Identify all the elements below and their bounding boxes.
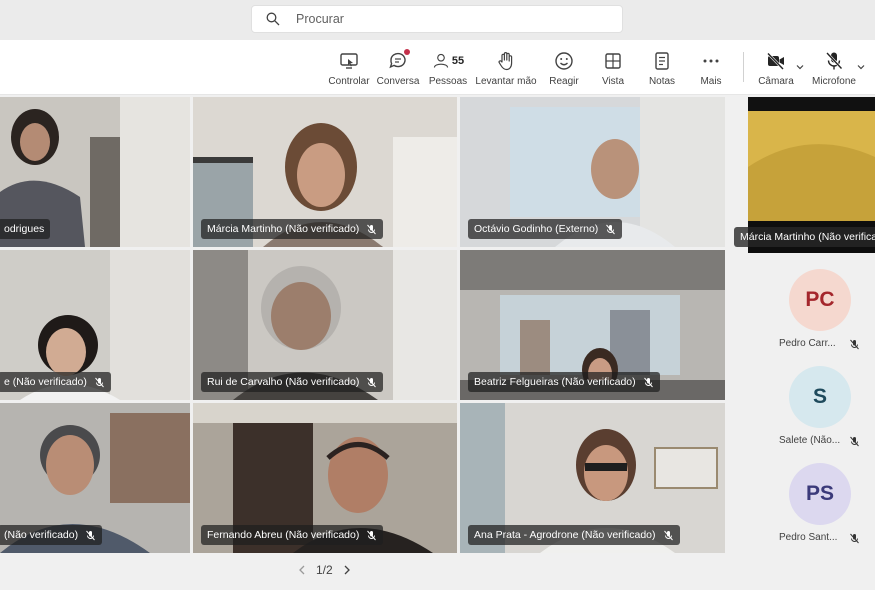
- control-label: Controlar: [328, 76, 370, 87]
- avatar-initials: PC: [805, 288, 835, 311]
- page-indicator: 1/2: [316, 563, 333, 577]
- featured-name-tag: Márcia Martinho (Não verificado): [734, 227, 875, 247]
- participant-name: Beatriz Felgueiras (Não verificado): [474, 376, 636, 388]
- grid-pager: 1/2: [296, 563, 353, 577]
- meeting-toolbar: Controlar Conversa 55 Pessoas Levantar m…: [0, 40, 875, 95]
- participant-name-tag: (Não verificado): [0, 525, 103, 545]
- mic-off-icon: [367, 224, 377, 234]
- raise-hand-label: Levantar mão: [475, 76, 537, 87]
- react-button[interactable]: Reagir: [545, 40, 583, 95]
- participant-entry[interactable]: PS Pedro Sant...: [740, 463, 875, 553]
- participant-name: Octávio Godinho (Externo): [474, 223, 599, 235]
- participant-name: Salete (Não...: [779, 435, 841, 446]
- view-button[interactable]: Vista: [595, 40, 631, 95]
- video-tile[interactable]: (Não verificado): [0, 403, 190, 553]
- participant-panel: Márcia Martinho (Não verificado) PC Pedr…: [734, 97, 875, 557]
- participant-name: Ana Prata - Agrodrone (Não verificado): [474, 529, 656, 541]
- participant-name-tag: Octávio Godinho (Externo): [468, 219, 623, 239]
- view-label: Vista: [601, 76, 625, 87]
- title-bar: Procurar: [0, 0, 875, 40]
- notes-label: Notas: [648, 76, 676, 87]
- participant-name-tag: odrigues: [0, 219, 51, 239]
- participant-entry[interactable]: PC Pedro Carr...: [740, 269, 875, 359]
- people-count: 55: [451, 55, 465, 67]
- participant-name-tag: Rui de Carvalho (Não verificado): [201, 372, 384, 392]
- mic-off-icon: [850, 339, 859, 350]
- microphone-label: Microfone: [812, 76, 856, 87]
- avatar-initials: S: [812, 385, 827, 408]
- raise-hand-button[interactable]: Levantar mão: [475, 40, 537, 95]
- camera-label: Câmara: [758, 76, 794, 87]
- control-button[interactable]: Controlar: [328, 40, 370, 95]
- participant-name: Pedro Carr...: [779, 338, 836, 349]
- participant-name: odrigues: [4, 223, 45, 235]
- participant-name: Fernando Abreu (Não verificado): [207, 529, 360, 541]
- mic-off-icon: [367, 530, 377, 540]
- video-tile[interactable]: odrigues: [0, 97, 190, 247]
- mic-off-icon: [643, 377, 653, 387]
- search-box[interactable]: Procurar: [251, 5, 623, 33]
- camera-button[interactable]: Câmara: [756, 40, 796, 95]
- participant-name: Pedro Sant...: [779, 532, 838, 543]
- video-tile[interactable]: Rui de Carvalho (Não verificado): [193, 250, 457, 400]
- participant-name: (Não verificado): [4, 529, 79, 541]
- participant-entry[interactable]: S Salete (Não...: [740, 366, 875, 456]
- participant-name-tag: Ana Prata - Agrodrone (Não verificado): [468, 525, 680, 545]
- share-screen-icon: [340, 53, 358, 69]
- video-tile[interactable]: e (Não verificado): [0, 250, 190, 400]
- participant-name: e (Não verificado): [4, 376, 87, 388]
- grid-view-icon: [605, 53, 621, 69]
- chat-label: Conversa: [376, 76, 420, 87]
- mic-off-icon: [850, 436, 859, 447]
- emoji-icon: [555, 52, 573, 70]
- avatar: S: [789, 366, 851, 428]
- react-label: Reagir: [549, 76, 579, 87]
- avatar-initials: PS: [805, 482, 834, 505]
- mic-off-icon: [826, 52, 843, 70]
- hand-icon: [498, 52, 513, 71]
- unread-indicator: [404, 49, 410, 55]
- participant-name-tag: e (Não verificado): [0, 372, 111, 392]
- video-tile[interactable]: Octávio Godinho (Externo): [460, 97, 725, 247]
- mic-off-icon: [663, 530, 673, 540]
- mic-off-icon: [95, 377, 104, 387]
- featured-name: Márcia Martinho (Não verificado): [740, 231, 875, 243]
- chat-button[interactable]: Conversa: [377, 40, 419, 95]
- video-tile[interactable]: Fernando Abreu (Não verificado): [193, 403, 457, 553]
- mic-off-icon: [606, 224, 616, 234]
- video-grid: odrigues Márcia Martinho (Não verificado…: [0, 97, 730, 557]
- microphone-button[interactable]: Microfone: [810, 40, 858, 95]
- video-tile[interactable]: Márcia Martinho (Não verificado): [193, 97, 457, 247]
- notes-button[interactable]: Notas: [644, 40, 680, 95]
- more-button[interactable]: Mais: [694, 40, 728, 95]
- participant-name-tag: Fernando Abreu (Não verificado): [201, 525, 384, 545]
- avatar: PS: [789, 463, 851, 525]
- video-tile[interactable]: Ana Prata - Agrodrone (Não verificado): [460, 403, 725, 553]
- people-icon: [433, 53, 448, 68]
- participant-name-tag: Márcia Martinho (Não verificado): [201, 219, 384, 239]
- participant-name: Rui de Carvalho (Não verificado): [207, 376, 360, 388]
- mic-options-chevron-icon[interactable]: [856, 62, 866, 72]
- participant-name: Márcia Martinho (Não verificado): [207, 223, 360, 235]
- toolbar-divider: [743, 52, 744, 82]
- notes-icon: [655, 52, 669, 70]
- camera-options-chevron-icon[interactable]: [795, 62, 805, 72]
- avatar: PC: [789, 269, 851, 331]
- more-label: Mais: [700, 76, 722, 87]
- search-icon: [266, 12, 280, 26]
- camera-off-icon: [767, 52, 784, 70]
- people-label: Pessoas: [428, 76, 468, 87]
- mic-off-icon: [850, 533, 859, 544]
- people-button[interactable]: 55 Pessoas: [428, 40, 468, 95]
- more-icon: [703, 59, 719, 63]
- mic-off-icon: [367, 377, 377, 387]
- search-input[interactable]: Procurar: [296, 12, 344, 26]
- mic-off-icon: [86, 530, 95, 540]
- participant-name-tag: Beatriz Felgueiras (Não verificado): [468, 372, 660, 392]
- video-tile[interactable]: Beatriz Felgueiras (Não verificado): [460, 250, 725, 400]
- chevron-right-icon[interactable]: [341, 564, 353, 576]
- chevron-left-icon[interactable]: [296, 564, 308, 576]
